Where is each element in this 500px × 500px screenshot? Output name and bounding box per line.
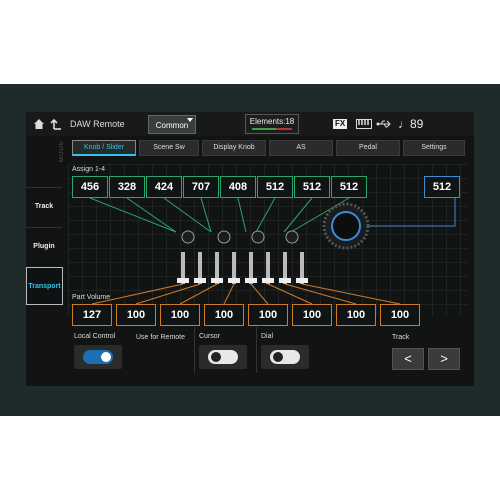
part-volume-5[interactable]: 100 [248,304,288,326]
part-volume-4[interactable]: 100 [204,304,244,326]
track-prev-button[interactable]: < [392,348,424,370]
cursor-label: Cursor [199,333,221,340]
cursor-well [199,345,247,369]
part-volume-6[interactable]: 100 [292,304,332,326]
dial-panel: Dial [256,327,317,373]
sliders [177,252,308,284]
cursor-panel: Cursor [194,327,255,373]
data-dial [322,202,370,250]
knob-4 [285,230,299,244]
dial-connector [366,198,456,227]
part-volume-3[interactable]: 100 [160,304,200,326]
assign-connectors [89,197,350,233]
dial-toggle[interactable] [270,350,300,364]
assign-value-5[interactable]: 408 [220,176,256,198]
part-volume-1[interactable]: 127 [72,304,112,326]
assign-label: Assign 1-4 [72,166,106,173]
toggle-knob [273,352,283,362]
dial-well [261,345,309,369]
knobs [181,230,299,244]
local-control-panel: Local Control [70,327,126,373]
toggle-knob [211,352,221,362]
local-control-label: Local Control [74,333,116,340]
assign-value-4[interactable]: 707 [183,176,219,198]
part-volume-label: Part Volume [72,294,111,301]
part-volume-2[interactable]: 100 [116,304,156,326]
use-for-remote-label: Use for Remote [136,334,186,341]
assign-value-6[interactable]: 512 [257,176,293,198]
toggle-knob [101,352,111,362]
cursor-toggle[interactable] [208,350,238,364]
knob-3 [251,230,265,244]
knob-2 [217,230,231,244]
assign-value-7[interactable]: 512 [294,176,330,198]
track-nav-label: Track [392,334,410,341]
assign-value-1[interactable]: 456 [72,176,108,198]
screen: DAW Remote Common Elements:18 FX ♩89 MOD… [26,112,474,386]
assign-value-3[interactable]: 424 [146,176,182,198]
volume-connectors [91,283,401,305]
dial-label: Dial [261,333,274,340]
assign-value-8[interactable]: 512 [331,176,367,198]
local-control-toggle[interactable] [83,350,113,364]
part-volume-7[interactable]: 100 [336,304,376,326]
knob-1 [181,230,195,244]
assign-value-2[interactable]: 328 [109,176,145,198]
part-volume-8[interactable]: 100 [380,304,420,326]
local-control-well [74,345,122,369]
track-next-button[interactable]: > [428,348,460,370]
assign-value-dial[interactable]: 512 [424,176,460,198]
